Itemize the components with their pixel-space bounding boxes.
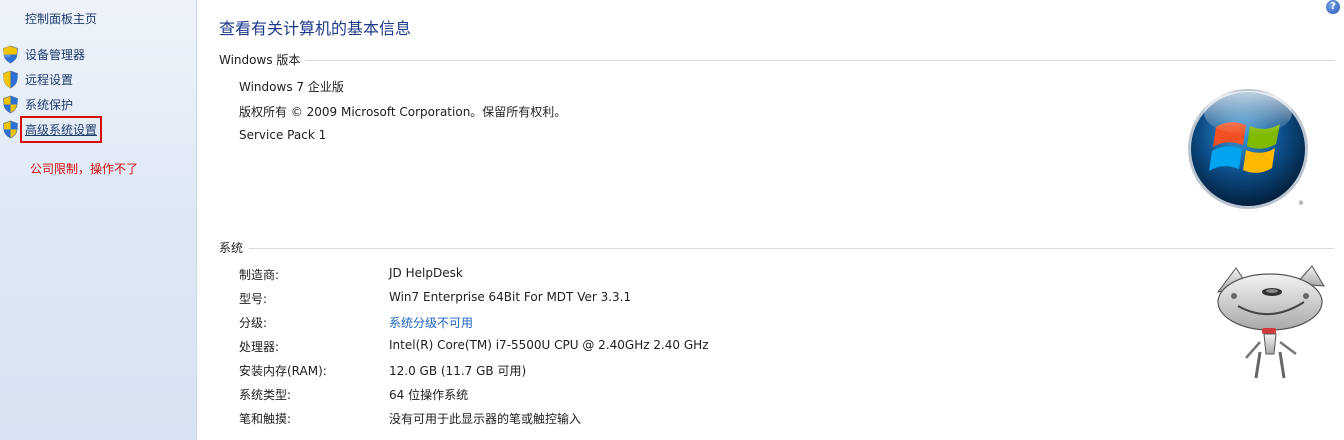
section-title: Windows 版本: [219, 52, 301, 67]
rating-unavailable-link[interactable]: 系统分级不可用: [389, 314, 473, 331]
edition-name: Windows 7 企业版: [239, 80, 344, 94]
model-label: 型号:: [239, 292, 268, 306]
section-title: 系统: [219, 240, 244, 255]
svg-text:®: ®: [1298, 200, 1304, 207]
section-divider: [249, 248, 1334, 249]
uac-shield-icon: [3, 70, 18, 88]
help-icon[interactable]: ?: [1326, 0, 1340, 14]
uac-shield-icon: [3, 120, 18, 138]
ram-label: 安装内存(RAM):: [239, 364, 327, 378]
ram-value: 12.0 GB (11.7 GB 可用): [389, 364, 527, 378]
manufacturer-value: JD HelpDesk: [389, 266, 463, 280]
pen-touch-label: 笔和触摸:: [239, 412, 292, 426]
uac-shield-icon: [3, 95, 18, 113]
system-section-header: 系统: [219, 239, 1334, 255]
sidebar-item-label: 远程设置: [25, 72, 74, 87]
processor-label: 处理器:: [239, 340, 280, 354]
sidebar-item-label: 设备管理器: [25, 47, 86, 62]
rating-label: 分级:: [239, 316, 268, 330]
page-title: 查看有关计算机的基本信息: [219, 19, 412, 38]
sidebar-item-system-protection[interactable]: 系统保护: [2, 94, 73, 114]
model-value: Win7 Enterprise 64Bit For MDT Ver 3.3.1: [389, 290, 632, 304]
sidebar-item-remote-settings[interactable]: 远程设置: [2, 69, 73, 89]
sidebar-item-label: 系统保护: [25, 97, 74, 112]
control-panel-home-link[interactable]: 控制面板主页: [25, 10, 97, 27]
service-pack-text: Service Pack 1: [239, 128, 327, 142]
manufacturer-label: 制造商:: [239, 268, 280, 282]
uac-shield-icon: [3, 45, 18, 63]
system-type-label: 系统类型:: [239, 388, 292, 402]
copyright-text: 版权所有 © 2009 Microsoft Corporation。保留所有权利…: [239, 105, 567, 119]
windows-logo: ®: [1188, 89, 1308, 209]
system-type-value: 64 位操作系统: [389, 388, 469, 402]
navigation-pane: 控制面板主页 设备管理器 远程设置 系统保护 高级系统设置 公司限制，操作不了: [0, 0, 197, 440]
sidebar-item-device-manager[interactable]: 设备管理器: [2, 44, 85, 64]
windows-edition-section-header: Windows 版本: [219, 51, 1334, 67]
section-divider: [306, 60, 1334, 61]
sidebar-item-label: 高级系统设置: [19, 115, 103, 143]
oem-mascot-logo: [1216, 265, 1325, 379]
processor-value: Intel(R) Core(TM) i7-5500U CPU @ 2.40GHz…: [389, 338, 709, 352]
restriction-annotation: 公司限制，操作不了: [30, 162, 139, 176]
sidebar-item-advanced-system-settings[interactable]: 高级系统设置: [2, 115, 103, 143]
pen-touch-value: 没有可用于此显示器的笔或触控输入: [389, 412, 582, 426]
